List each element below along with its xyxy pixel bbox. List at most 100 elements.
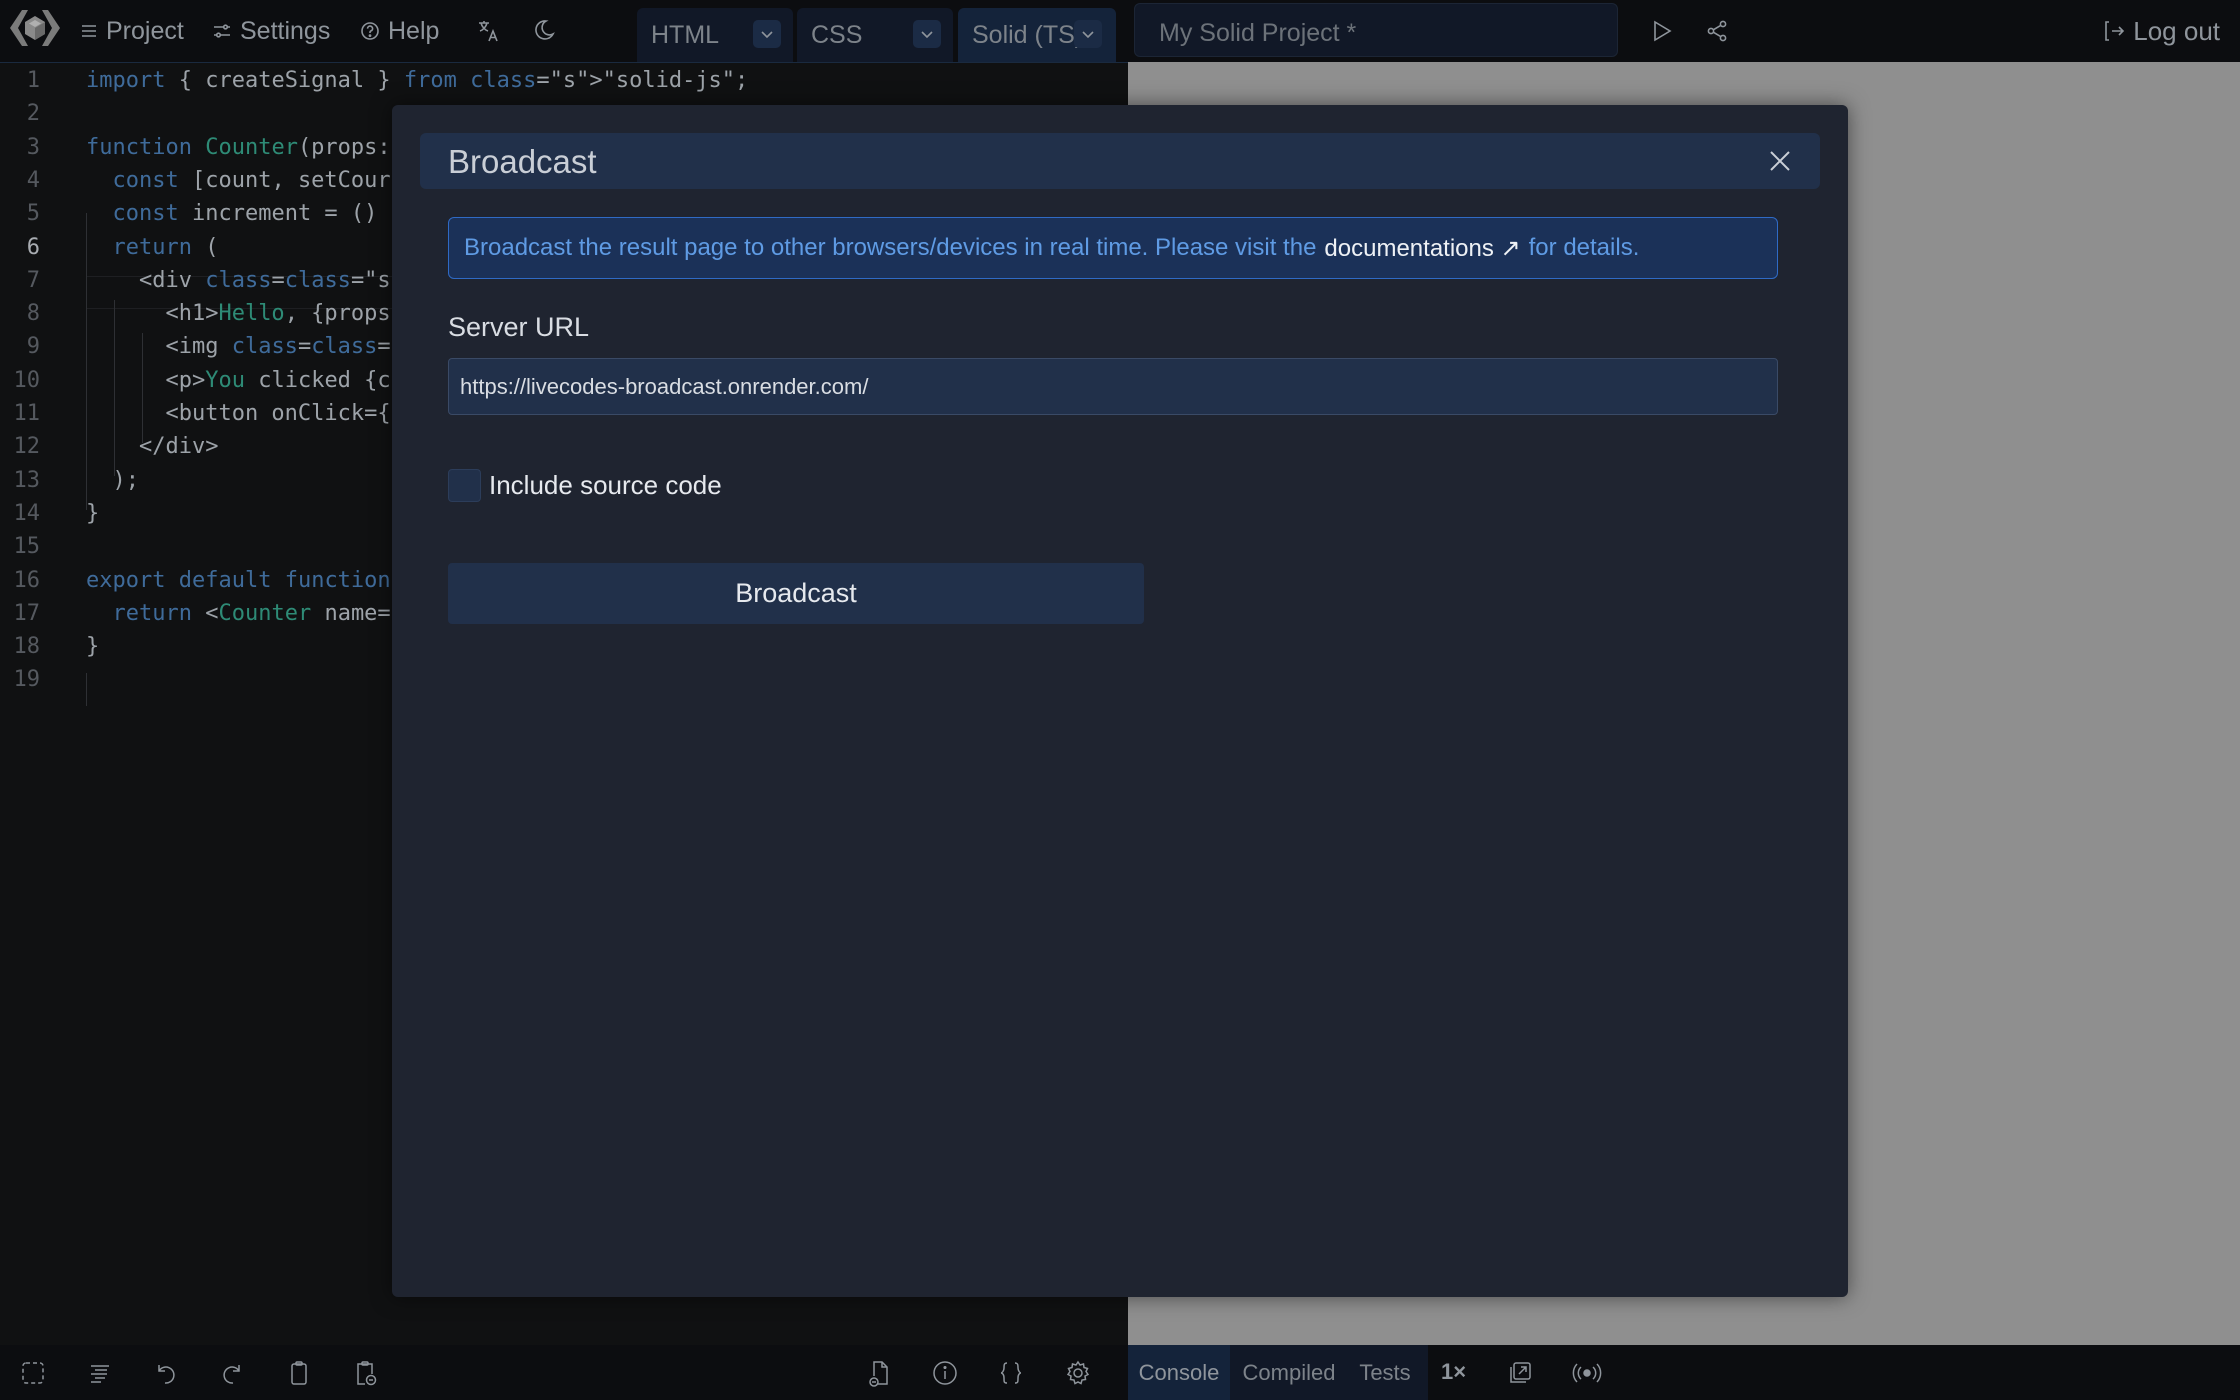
chevron-down-icon	[761, 31, 773, 39]
sliders-icon	[214, 24, 230, 38]
info-text-suffix: for details.	[1528, 234, 1640, 261]
project-title-field[interactable]: My Solid Project *	[1134, 3, 1618, 57]
editor-tab-script[interactable]: Solid (TS)	[958, 8, 1116, 62]
documentation-link[interactable]: documentations ↗	[1324, 234, 1520, 263]
tab-tests[interactable]: Tests	[1354, 1345, 1416, 1400]
editor-tab-css[interactable]: CSS	[797, 8, 953, 62]
code-text: export default function	[86, 567, 391, 593]
tab-compiled[interactable]: Compiled	[1234, 1345, 1344, 1400]
broadcast-status-button[interactable]	[1571, 1358, 1602, 1388]
line-number: 12	[13, 434, 41, 460]
editor-settings-button[interactable]	[1063, 1358, 1093, 1388]
clipboard-icon	[291, 1361, 307, 1385]
editor-tab-html[interactable]: HTML	[637, 8, 793, 62]
html-language-dropdown[interactable]	[753, 20, 781, 48]
code-line[interactable]: 1 import { createSignal } from class="s">…	[0, 64, 1128, 97]
line-number: 16	[13, 567, 41, 593]
code-text: );	[86, 467, 139, 493]
code-text: import { createSignal } from class="s">"…	[86, 68, 749, 93]
settings-menu-label: Settings	[240, 16, 331, 45]
external-resources-button[interactable]	[864, 1358, 894, 1388]
help-menu-button[interactable]: Help	[360, 12, 439, 50]
share-icon	[1707, 20, 1727, 42]
share-button[interactable]	[1706, 19, 1728, 48]
close-icon	[1770, 151, 1790, 171]
chevron-down-icon	[1082, 31, 1094, 39]
language-button[interactable]	[476, 18, 502, 49]
line-number: 13	[13, 467, 41, 493]
server-url-label: Server URL	[448, 312, 590, 342]
editor-tab-html-label: HTML	[651, 20, 720, 49]
livecodes-logo[interactable]	[6, 8, 64, 48]
play-icon	[1654, 20, 1672, 42]
tab-console[interactable]: Console	[1128, 1345, 1230, 1400]
line-number: 7	[26, 267, 40, 293]
project-info-button[interactable]	[930, 1358, 960, 1388]
include-source-label: Include source code	[489, 470, 722, 500]
top-toolbar: Project Settings Help HTML CSS Solid (TS…	[0, 0, 2240, 62]
focus-mode-button[interactable]	[18, 1358, 48, 1388]
dashed-square-icon	[22, 1362, 44, 1384]
broadcast-button[interactable]: Broadcast	[448, 563, 1144, 624]
redo-icon	[223, 1365, 240, 1384]
braces-icon	[1000, 1362, 1022, 1384]
gear-icon	[1066, 1360, 1090, 1385]
code-text: const increment = ()	[112, 201, 378, 227]
undo-button[interactable]	[151, 1358, 181, 1388]
logout-button[interactable]: Log out	[2103, 12, 2220, 50]
info-alert: Broadcast the result page to other brows…	[448, 217, 1778, 279]
code-text: <h1>Hello, {props	[86, 301, 391, 327]
line-number: 9	[26, 334, 40, 360]
editor-tab-css-label: CSS	[811, 20, 863, 49]
run-button[interactable]	[1651, 19, 1673, 48]
open-in-new-window-button[interactable]	[1505, 1358, 1535, 1388]
project-menu-button[interactable]: Project	[80, 12, 184, 50]
code-text: function Counter(props:	[86, 134, 391, 160]
code-text: return <Counter name=	[112, 600, 391, 626]
include-source-option[interactable]: Include source code	[448, 469, 722, 502]
menu-icon	[82, 25, 96, 37]
zoom-speed-button[interactable]: 1×	[1441, 1359, 1466, 1385]
bottom-toolbar: Console Compiled Tests 1×	[0, 1345, 2240, 1400]
undo-icon	[158, 1365, 175, 1384]
line-number: 17	[13, 600, 41, 626]
editor-tab-script-label: Solid (TS)	[972, 20, 1084, 49]
settings-menu-button[interactable]: Settings	[212, 12, 330, 50]
chevron-down-icon	[921, 31, 933, 39]
line-number: 3	[26, 134, 40, 160]
broadcast-icon	[1572, 1363, 1602, 1383]
info-text: Broadcast the result page to other brows…	[464, 234, 1317, 261]
format-button[interactable]	[85, 1358, 115, 1388]
line-number: 10	[13, 367, 41, 393]
line-number: 2	[26, 101, 40, 127]
line-number: 6	[26, 234, 40, 260]
clipboard-link-icon	[357, 1361, 377, 1386]
redo-button[interactable]	[217, 1358, 247, 1388]
line-number: 1	[26, 68, 40, 93]
logout-icon	[2105, 21, 2125, 41]
server-url-input[interactable]	[448, 358, 1778, 415]
copy-button[interactable]	[284, 1358, 314, 1388]
code-text: return (	[112, 234, 219, 260]
info-icon	[933, 1361, 957, 1385]
code-text: }	[86, 500, 100, 526]
dialog-title: Broadcast	[448, 143, 597, 180]
file-link-icon	[869, 1361, 888, 1387]
line-number: 8	[26, 301, 40, 327]
code-text: <button onClick={	[86, 401, 391, 426]
include-source-checkbox[interactable]	[448, 469, 481, 502]
line-number: 18	[13, 634, 41, 660]
close-button[interactable]	[1766, 147, 1794, 175]
custom-settings-button[interactable]	[996, 1358, 1026, 1388]
code-text: <p>You clicked {c	[86, 367, 391, 393]
external-window-icon	[1510, 1362, 1531, 1383]
align-icon	[91, 1365, 109, 1383]
line-number: 5	[26, 201, 40, 227]
script-language-dropdown[interactable]	[1074, 20, 1102, 48]
line-number: 14	[13, 500, 41, 526]
theme-toggle-button[interactable]	[532, 18, 556, 47]
code-text: const [count, setCour	[112, 167, 391, 193]
copy-as-url-button[interactable]	[350, 1358, 380, 1388]
css-language-dropdown[interactable]	[913, 20, 941, 48]
line-number: 19	[13, 667, 41, 693]
